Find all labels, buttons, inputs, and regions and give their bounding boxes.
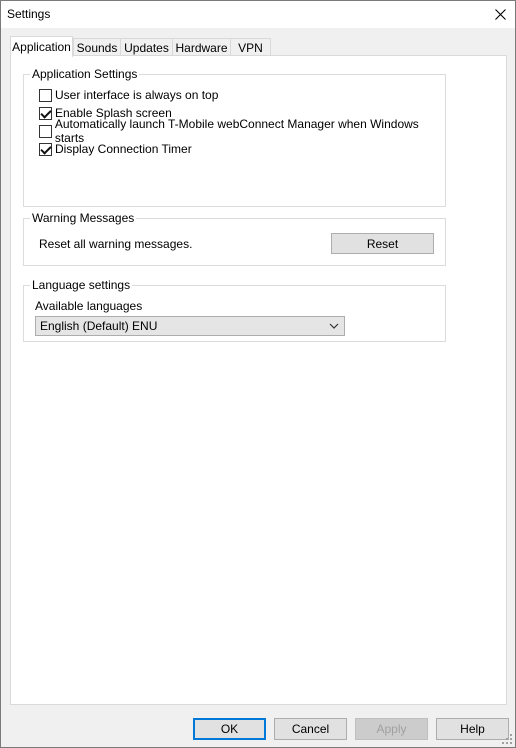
option-label: Display Connection Timer (55, 142, 192, 156)
checkbox-checked[interactable] (39, 142, 52, 156)
group-legend: Warning Messages (30, 211, 137, 225)
close-button[interactable] (485, 1, 515, 28)
reset-button[interactable]: Reset (331, 233, 434, 254)
button-label: Cancel (291, 722, 330, 736)
warning-messages-group: Warning Messages Reset all warning messa… (23, 211, 446, 266)
group-legend: Application Settings (30, 67, 140, 81)
button-label: Reset (366, 236, 399, 251)
tab-label: Updates (124, 40, 169, 55)
tab-label: Hardware (175, 40, 228, 55)
language-dropdown[interactable]: English (Default) ENU (35, 316, 345, 336)
window-title: Settings (7, 7, 51, 21)
option-connection-timer[interactable]: Display Connection Timer (39, 141, 192, 157)
checkbox[interactable] (39, 124, 52, 138)
language-selected-value: English (Default) ENU (40, 319, 158, 333)
language-settings-group: Language settings Available languages En… (23, 278, 446, 342)
apply-button[interactable]: Apply (355, 718, 428, 740)
application-settings-group: Application Settings User interface is a… (23, 67, 446, 207)
tab-label: VPN (238, 40, 263, 55)
group-legend: Language settings (30, 278, 133, 292)
tab-updates[interactable]: Updates (120, 38, 173, 56)
chevron-down-icon (329, 323, 339, 329)
tab-hardware[interactable]: Hardware (172, 38, 231, 56)
checkbox-checked[interactable] (39, 106, 52, 120)
resize-grip-icon[interactable] (501, 733, 513, 745)
help-button[interactable]: Help (436, 718, 509, 740)
cancel-button[interactable]: Cancel (274, 718, 347, 740)
checkbox[interactable] (39, 88, 52, 102)
title-bar: Settings (1, 1, 515, 28)
button-label: Apply (376, 722, 407, 736)
available-languages-label: Available languages (35, 299, 143, 313)
button-label: Help (460, 722, 485, 736)
tab-label: Sounds (76, 40, 118, 55)
tab-vpn[interactable]: VPN (230, 38, 271, 56)
tab-sounds[interactable]: Sounds (73, 38, 121, 56)
settings-window: Settings Application Sounds Updates Hard… (0, 0, 516, 748)
ok-button[interactable]: OK (193, 718, 266, 740)
option-auto-launch[interactable]: Automatically launch T-Mobile webConnect… (39, 117, 445, 145)
close-icon (494, 9, 506, 20)
button-bar: OK Cancel Apply Help (1, 712, 515, 747)
tab-application[interactable]: Application (10, 36, 73, 57)
application-tab-panel: Application Settings User interface is a… (10, 55, 507, 705)
warning-text: Reset all warning messages. (39, 237, 193, 251)
tab-label: Application (12, 40, 71, 54)
button-label: OK (220, 722, 239, 736)
option-label: User interface is always on top (55, 88, 219, 102)
option-always-on-top[interactable]: User interface is always on top (39, 87, 218, 103)
